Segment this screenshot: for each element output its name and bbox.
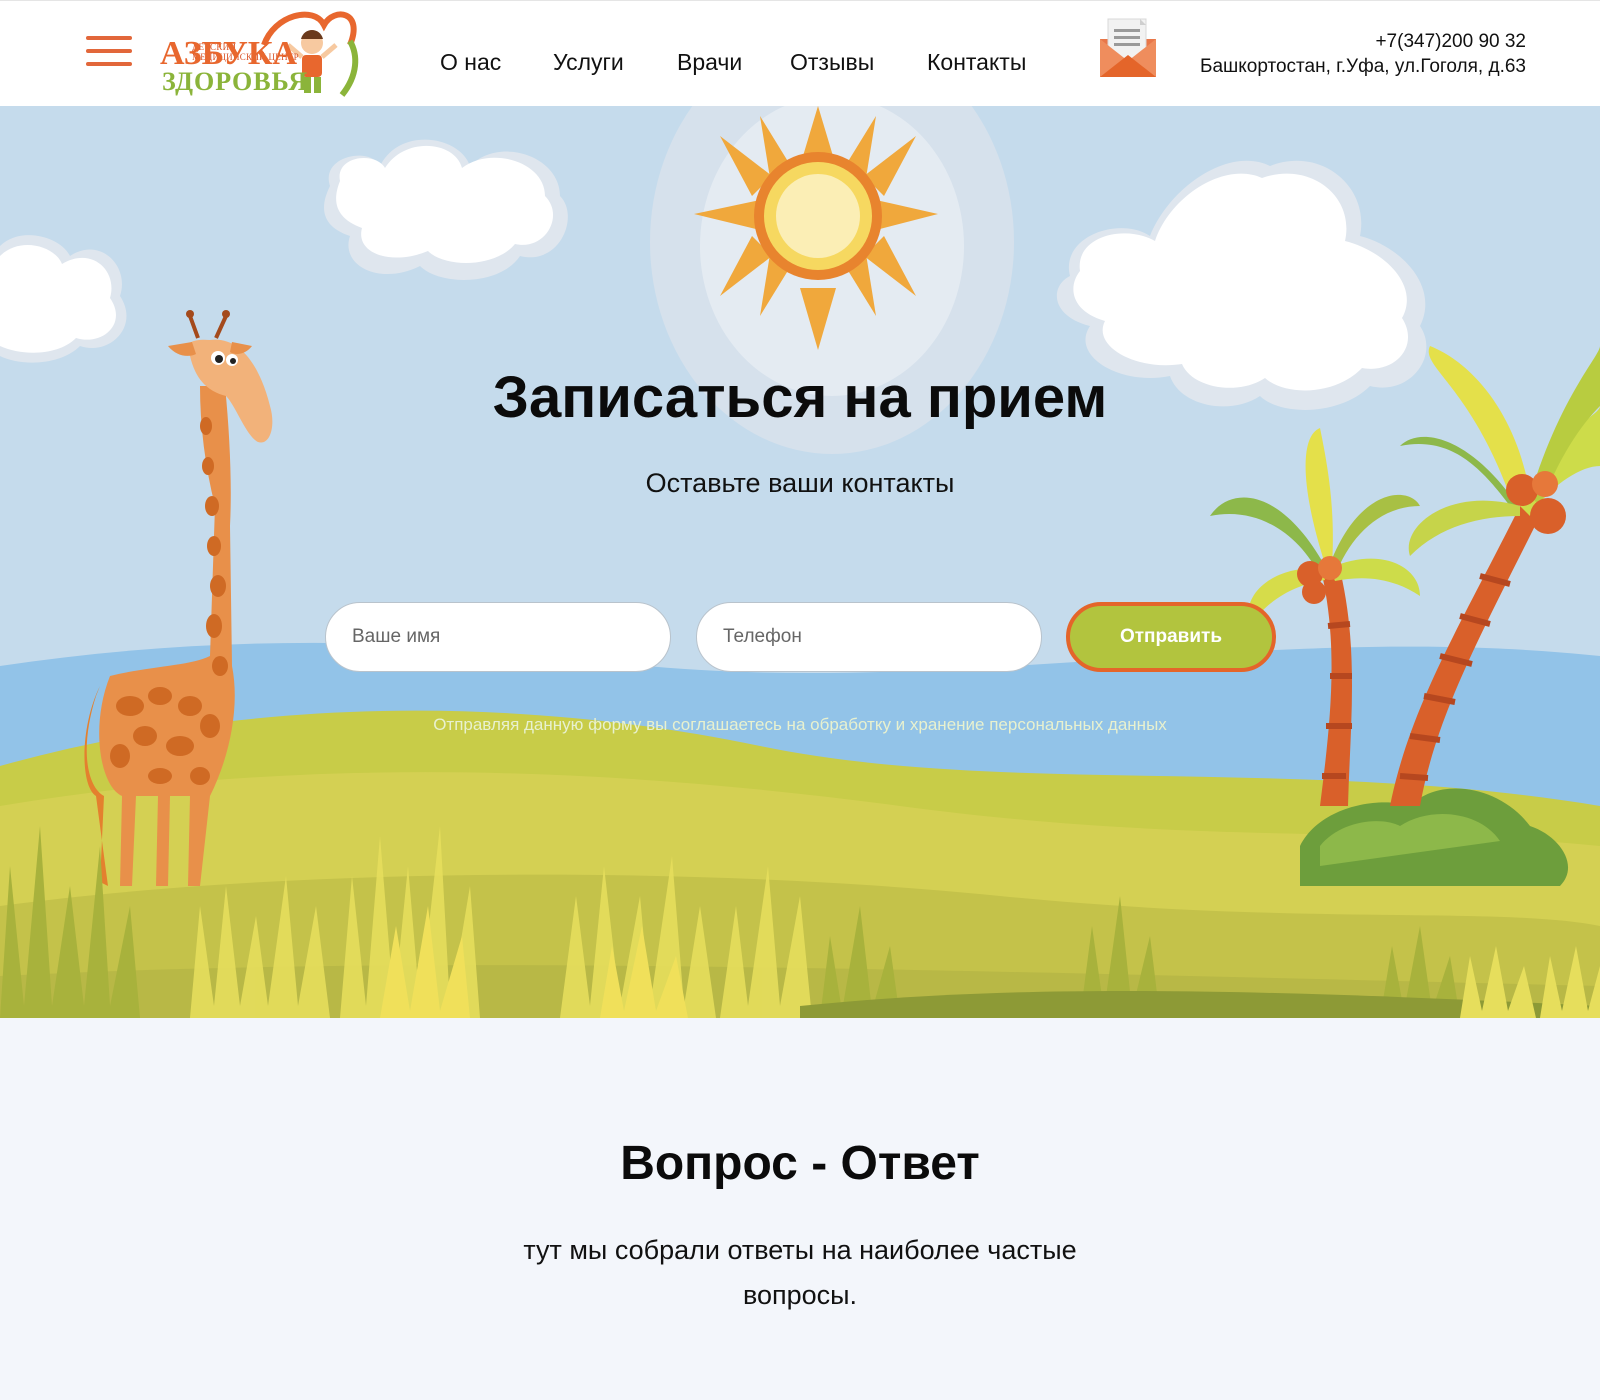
faq-section: Вопрос - Ответ тут мы собрали ответы на … — [0, 1018, 1600, 1400]
header-contacts: +7(347)200 90 32 Башкортостан, г.Уфа, ул… — [1200, 29, 1526, 79]
submit-button[interactable]: Отправить — [1066, 602, 1276, 672]
mail-icon[interactable] — [1098, 17, 1158, 79]
hero-subtitle: Оставьте ваши контакты — [645, 468, 955, 498]
faq-subtitle: тут мы собрали ответы на наиболее частые… — [523, 1235, 1077, 1310]
savanna-illustration — [0, 106, 1600, 1018]
nav-doctors[interactable]: Врачи — [677, 49, 742, 76]
nav-reviews[interactable]: Отзывы — [790, 49, 874, 76]
consent-note: Отправляя данную форму вы соглашаетесь н… — [433, 715, 1167, 734]
name-input[interactable] — [325, 602, 671, 672]
nav-about[interactable]: О нас — [440, 49, 501, 76]
nav-services[interactable]: Услуги — [553, 49, 624, 76]
phone-input[interactable] — [696, 602, 1042, 672]
menu-icon[interactable] — [86, 33, 132, 69]
site-header: ДЕТСКИЙ МЕДИЦИНСКИЙ ЦЕНТР АЗБУКА ЗДОРОВЬ… — [0, 0, 1600, 106]
faq-title: Вопрос - Ответ — [620, 1137, 980, 1190]
logo[interactable]: ДЕТСКИЙ МЕДИЦИНСКИЙ ЦЕНТР АЗБУКА ЗДОРОВЬ… — [158, 5, 368, 103]
address: Башкортостан, г.Уфа, ул.Гоголя, д.63 — [1199, 56, 1526, 77]
logo-word-1: АЗБУКА — [160, 35, 298, 72]
hero-title: Записаться на прием — [492, 365, 1108, 430]
logo-word-2: ЗДОРОВЬЯ — [162, 67, 309, 96]
phone-number[interactable]: +7(347)200 90 32 — [1200, 29, 1526, 54]
nav-contacts[interactable]: Контакты — [927, 49, 1026, 76]
appointment-section: Записаться на прием Оставьте ваши контак… — [0, 106, 1600, 1018]
